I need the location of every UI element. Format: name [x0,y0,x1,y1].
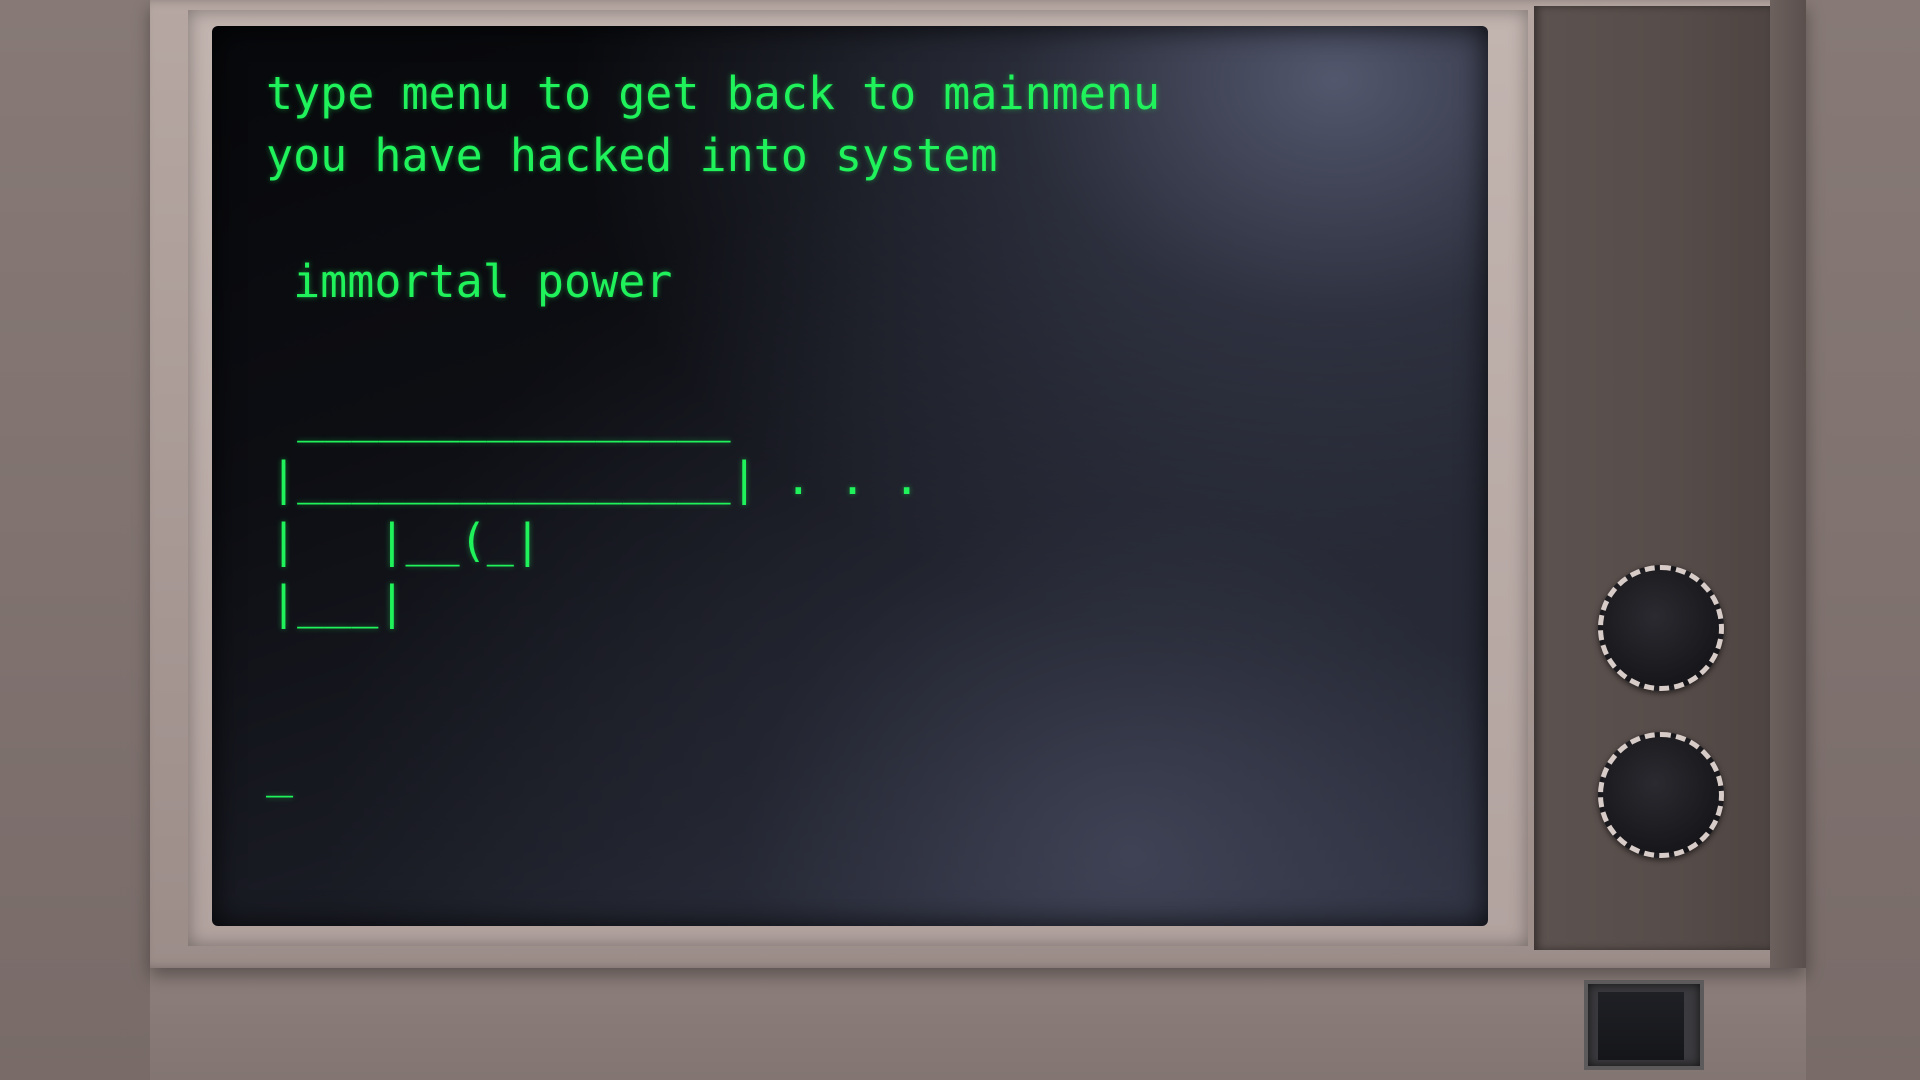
dial-knob-top-icon[interactable] [1598,565,1724,691]
crt-screen[interactable]: type menu to get back to mainmenu you ha… [212,26,1488,926]
terminal-line-item: immortal power [266,255,673,308]
terminal-line-status: you have hacked into system [266,129,998,182]
monitor-side-edge [1770,0,1806,968]
terminal-cursor[interactable]: _ [266,744,293,800]
ascii-gun-art: ________________ |________________| . . … [270,390,921,629]
square-button-icon [1598,992,1684,1060]
power-button[interactable] [1584,980,1704,1070]
monitor-base [150,958,1806,1080]
terminal-line-instructions: type menu to get back to mainmenu [266,67,1161,120]
dial-knob-bottom-icon[interactable] [1598,732,1724,858]
